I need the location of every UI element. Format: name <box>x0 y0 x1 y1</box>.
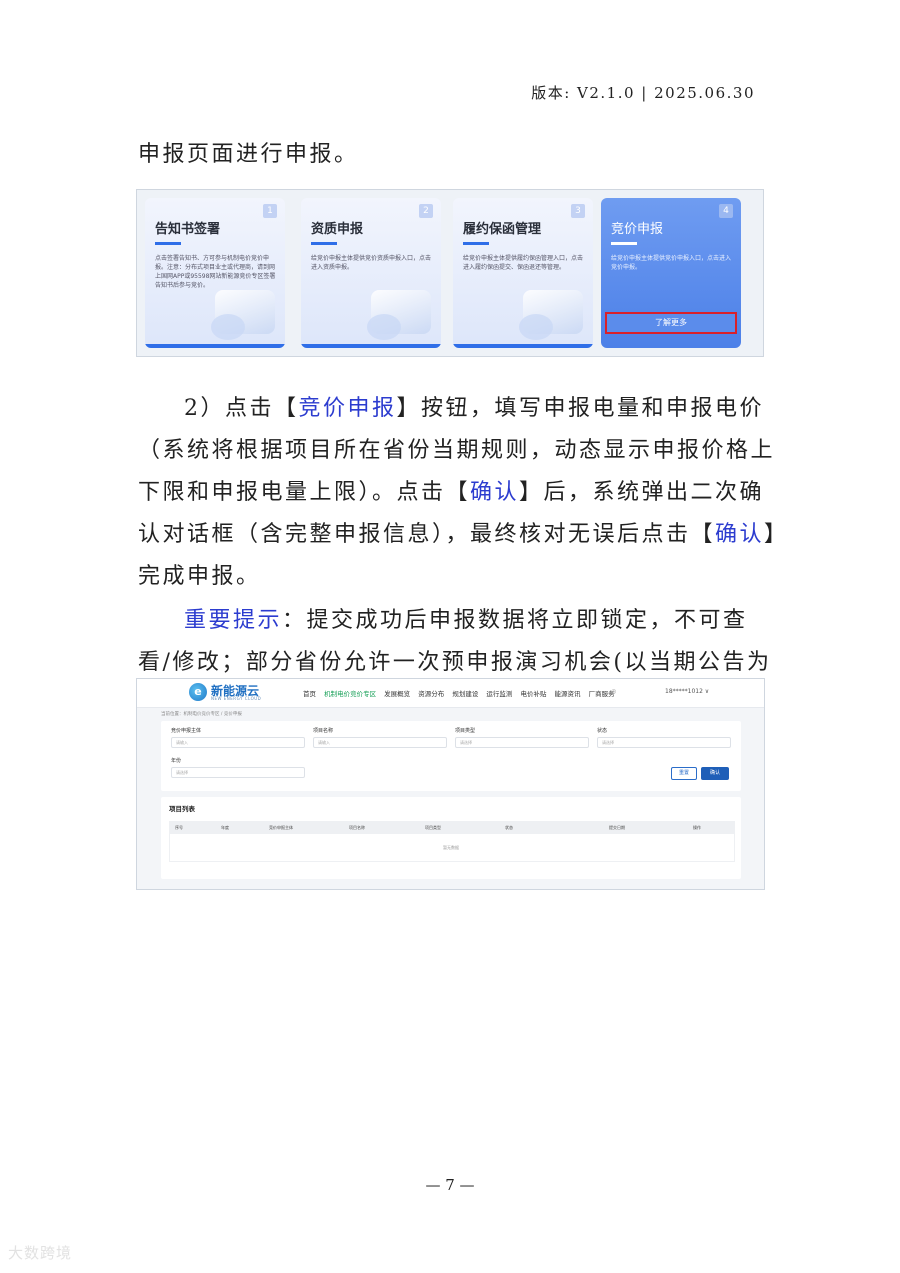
version-header: 版本: V2.1.0 | 2025.06.30 <box>531 84 755 102</box>
card-qualification[interactable]: 2 资质申报 给竞价申报主体提供竞价资质申报入口，点击进入资质申报。 <box>301 198 441 348</box>
breadcrumb: 当前位置：机制电价竞价专区 / 竞价申报 <box>161 712 242 717</box>
project-type-select[interactable]: 请选择 <box>455 737 589 748</box>
card-number: 2 <box>419 204 433 218</box>
nav-item-resources[interactable]: 资源分布 <box>418 690 444 698</box>
card-description: 给竞价申报主体提供竞价资质申报入口，点击进入资质申报。 <box>311 255 432 271</box>
subject-input[interactable]: 请输入 <box>171 737 305 748</box>
filter-label: 年份 <box>171 758 182 764</box>
nav-item-home[interactable]: 首页 <box>303 690 316 698</box>
web-screenshot: e 新能源云 NEW ENERGY CLOUD 首页 机制电价竞价专区 发展概览… <box>136 678 765 890</box>
card-title: 竞价申报 <box>611 222 664 237</box>
text-segment: 2）点击【 <box>184 396 299 421</box>
link-confirm[interactable]: 确认 <box>470 480 519 505</box>
learn-more-button[interactable]: 了解更多 <box>605 312 737 334</box>
link-bidding[interactable]: 竞价申报 <box>299 396 397 421</box>
card-title: 资质申报 <box>311 222 364 237</box>
important-label: 重要提示 <box>184 608 283 633</box>
empty-state: 暂无数据 <box>443 845 459 850</box>
decor-shape <box>367 314 401 340</box>
column-header: 项目名称 <box>349 825 365 830</box>
user-menu[interactable]: 18*****1012 ∨ <box>665 688 709 695</box>
card-number: 1 <box>263 204 277 218</box>
confirm-button[interactable]: 确认 <box>701 767 729 780</box>
filter-label: 状态 <box>597 728 608 734</box>
filter-label: 项目类型 <box>455 728 476 734</box>
card-notice-sign[interactable]: 1 告知书签署 点击签署告知书、方可参与机制电价竞价申报。注意：分布式项目业主或… <box>145 198 285 348</box>
card-guarantee[interactable]: 3 履约保函管理 给竞价申报主体提供履约保函管理入口，点击进入履约保函提交、保函… <box>453 198 593 348</box>
cards-screenshot: 1 告知书签署 点击签署告知书、方可参与机制电价竞价申报。注意：分布式项目业主或… <box>136 189 764 357</box>
nav-item-planning[interactable]: 规划建设 <box>452 690 478 698</box>
card-description: 给竞价申报主体提供履约保函管理入口，点击进入履约保函提交、保函退还等管理。 <box>463 255 584 271</box>
nav-item-subsidy[interactable]: 电价补贴 <box>520 690 546 698</box>
nav-item-news[interactable]: 能源资讯 <box>555 690 581 698</box>
column-header: 年度 <box>221 825 229 830</box>
filter-label: 竞价申报主体 <box>171 728 202 734</box>
card-number: 4 <box>719 204 733 218</box>
list-title: 项目列表 <box>169 805 195 813</box>
card-title: 履约保函管理 <box>463 222 542 237</box>
nav-menu: 首页 机制电价竞价专区 发展概览 资源分布 规划建设 运行监测 电价补贴 能源资… <box>303 688 621 698</box>
card-accent-bar <box>463 242 489 245</box>
card-accent-bar <box>611 242 637 245</box>
reset-button[interactable]: 重置 <box>671 767 697 780</box>
link-confirm-final[interactable]: 确认 <box>715 522 764 547</box>
project-list-panel: 项目列表 序号 年度 竞价申报主体 项目名称 项目类型 状态 提交日期 操作 暂… <box>161 797 741 879</box>
table-header: 序号 年度 竞价申报主体 项目名称 项目类型 状态 提交日期 操作 <box>169 821 735 834</box>
status-select[interactable]: 请选择 <box>597 737 731 748</box>
bell-icon[interactable]: ◎ <box>611 688 616 695</box>
year-select[interactable]: 请选择 <box>171 767 305 778</box>
card-title: 告知书签署 <box>155 222 221 237</box>
column-header: 项目类型 <box>425 825 441 830</box>
search-panel: 竞价申报主体 请输入 项目名称 请输入 项目类型 请选择 状态 请选择 年份 请… <box>161 721 741 791</box>
top-navbar: e 新能源云 NEW ENERGY CLOUD 首页 机制电价竞价专区 发展概览… <box>137 679 764 708</box>
column-header: 序号 <box>175 825 183 830</box>
nav-item-bidding-zone[interactable]: 机制电价竞价专区 <box>324 690 376 698</box>
logo-subtitle: NEW ENERGY CLOUD <box>211 696 262 701</box>
column-header: 竞价申报主体 <box>269 825 293 830</box>
card-number: 3 <box>571 204 585 218</box>
page-number: — 7 — <box>425 1176 475 1194</box>
watermark: 大数跨境 <box>8 1244 73 1262</box>
column-header: 操作 <box>693 825 701 830</box>
nav-item-monitoring[interactable]: 运行监测 <box>486 690 512 698</box>
card-accent-bar <box>311 242 337 245</box>
column-header: 状态 <box>505 825 513 830</box>
card-underline <box>453 344 593 348</box>
logo-icon: e <box>189 683 207 701</box>
paragraph-intro: 申报页面进行申报。 <box>138 142 359 167</box>
card-description: 点击签署告知书、方可参与机制电价竞价申报。注意：分布式项目业主或代理商，请到网上… <box>155 255 276 289</box>
card-underline <box>145 344 285 348</box>
card-bidding[interactable]: 4 竞价申报 给竞价申报主体提供竞价申报入口，点击进入竞价申报。 了解更多 <box>601 198 741 348</box>
nav-item-overview[interactable]: 发展概览 <box>384 690 410 698</box>
project-name-input[interactable]: 请输入 <box>313 737 447 748</box>
column-header: 提交日期 <box>609 825 625 830</box>
card-description: 给竞价申报主体提供竞价申报入口，点击进入竞价申报。 <box>611 255 732 271</box>
filter-label: 项目名称 <box>313 728 334 734</box>
paragraph-steps: 2）点击【竞价申报】按钮，填写申报电量和申报电价（系统将根据项目所在省份当期规则… <box>138 388 778 598</box>
decor-shape <box>211 314 245 340</box>
card-underline <box>301 344 441 348</box>
card-accent-bar <box>155 242 181 245</box>
decor-shape <box>519 314 553 340</box>
